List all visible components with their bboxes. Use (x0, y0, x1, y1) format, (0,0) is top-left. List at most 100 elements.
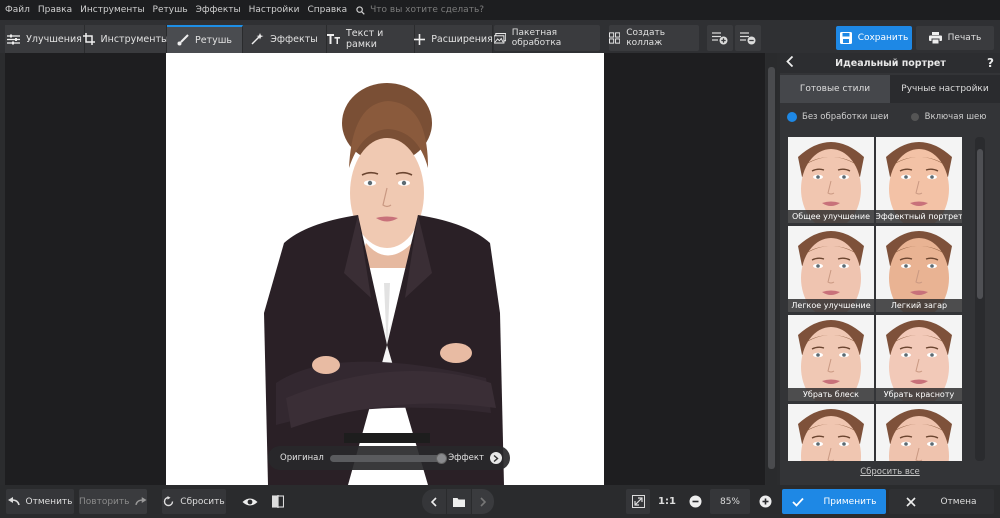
chevron-left-icon (431, 496, 437, 507)
actual-size-button[interactable]: 1:1 (654, 489, 680, 514)
history-add-button[interactable] (707, 25, 733, 51)
tab-label: Улучшения (26, 33, 82, 45)
batch-processing-label: Пакетная обработка (511, 28, 562, 48)
preset-thumbnail[interactable]: Легкий загар (876, 226, 962, 312)
preset-label: Убрать красноту (876, 388, 962, 401)
tab-label: Инструменты (100, 33, 169, 45)
tab-text-frames[interactable]: Текст и рамки (327, 25, 415, 53)
zoom-in-button[interactable] (754, 489, 776, 514)
effect-label: Эффект (448, 453, 484, 463)
history-remove-button[interactable] (735, 25, 761, 51)
preset-thumbnail[interactable]: Легкое улучшение (788, 226, 874, 312)
zoom-in-icon (759, 495, 771, 508)
undo-button[interactable]: Отменить (6, 489, 74, 514)
preset-face-image (876, 404, 962, 461)
batch-processing-button[interactable]: Пакетная обработка (494, 25, 600, 51)
compare-knob[interactable] (436, 452, 448, 464)
preset-thumbnail[interactable]: Убрать красноту (876, 315, 962, 401)
tab-tools[interactable]: Инструменты (82, 25, 169, 53)
redo-label: Повторить (79, 496, 130, 507)
preset-scrollbar[interactable] (975, 137, 985, 461)
cancel-button[interactable]: Отмена (889, 489, 994, 514)
tab-label: Эффекты (270, 33, 318, 45)
original-label: Оригинал (280, 453, 324, 463)
tool-tabs: Улучшения Инструменты Ретушь Эффекты Тек… (5, 25, 493, 53)
menu-item-settings[interactable]: Настройки (244, 5, 303, 15)
search-placeholder: Что вы хотите сделать? (370, 5, 485, 15)
tab-label: Текст и рамки (346, 28, 384, 50)
undo-icon (7, 497, 20, 506)
menu-item-help[interactable]: Справка (302, 5, 350, 15)
radio-dot (910, 113, 919, 121)
preset-thumbnail[interactable]: Эффектный портрет (876, 137, 962, 223)
open-folder-button[interactable] (447, 489, 471, 514)
canvas-scrollbar[interactable] (766, 53, 777, 485)
preset-face-image (788, 404, 874, 461)
preset-thumbnail[interactable]: Убрать блеск (788, 315, 874, 401)
menu-item-tools[interactable]: Инструменты (75, 5, 147, 15)
preset-thumbnail[interactable] (788, 404, 874, 461)
redo-icon (135, 497, 147, 506)
chevron-right-icon (480, 496, 486, 507)
arrow-right-icon[interactable] (490, 452, 502, 464)
panel-header: Идеальный портрет ? (780, 53, 1000, 73)
preset-label: Общее улучшение (788, 210, 874, 223)
edited-photo (166, 53, 604, 485)
list-add-icon (712, 32, 728, 45)
save-label: Сохранить (857, 33, 909, 43)
search-field[interactable]: Что вы хотите сделать? (356, 5, 484, 15)
tab-label: Ретушь (194, 34, 233, 46)
app-window: Файл Правка Инструменты Ретушь Эффекты Н… (0, 0, 1000, 518)
prev-image-button[interactable] (422, 489, 446, 514)
radio-no-neck[interactable]: Без обработки шеи (788, 112, 889, 122)
next-image-button[interactable] (472, 489, 494, 514)
preset-thumbnail[interactable]: Общее улучшение (788, 137, 874, 223)
back-arrow-icon[interactable] (786, 55, 794, 70)
fit-screen-button[interactable] (626, 489, 650, 514)
help-icon[interactable]: ? (987, 56, 994, 70)
menu-item-effects[interactable]: Эффекты (191, 5, 244, 15)
reset-button[interactable]: Сбросить (162, 489, 226, 514)
menu-item-retouch[interactable]: Ретушь (148, 5, 191, 15)
tab-manual-settings[interactable]: Ручные настройки (890, 75, 1000, 103)
undo-label: Отменить (25, 496, 73, 507)
eye-button[interactable] (237, 489, 263, 514)
menu-item-edit[interactable]: Правка (33, 5, 75, 15)
create-collage-label: Создать коллаж (626, 28, 666, 48)
reset-all-link[interactable]: Сбросить все (780, 467, 1000, 477)
compare-track[interactable] (329, 452, 448, 464)
photo-canvas[interactable] (5, 53, 765, 485)
save-button[interactable]: Сохранить (836, 26, 912, 50)
crop-icon (82, 33, 95, 45)
reset-label: Сбросить (180, 496, 225, 507)
radio-include-neck[interactable]: Включая шею (910, 112, 986, 122)
apply-button[interactable]: Применить (782, 489, 886, 514)
menu-item-file[interactable]: Файл (0, 5, 33, 15)
preset-grid: Общее улучшение Эффектный портрет Легкое у… (788, 137, 964, 461)
compare-split-button[interactable] (266, 489, 290, 514)
radio-dot-checked (788, 113, 796, 121)
tab-effects[interactable]: Эффекты (243, 25, 327, 53)
folder-icon (453, 497, 465, 507)
print-button[interactable]: Печать (916, 26, 994, 50)
text-icon (327, 34, 340, 44)
tab-retouch[interactable]: Ретушь (167, 25, 243, 53)
zoom-level[interactable]: 85% (710, 489, 750, 514)
magic-wand-icon (251, 33, 264, 45)
preset-label: Легкое улучшение (788, 299, 874, 312)
redo-button[interactable]: Повторить (79, 489, 147, 514)
create-collage-button[interactable]: Создать коллаж (609, 25, 699, 51)
menu-bar: Файл Правка Инструменты Ретушь Эффекты Н… (0, 0, 1000, 20)
plus-icon (414, 33, 426, 45)
search-icon (356, 5, 365, 15)
zoom-out-button[interactable] (684, 489, 706, 514)
tab-enhancements[interactable]: Улучшения (5, 25, 85, 53)
tab-ready-styles[interactable]: Готовые стили (780, 75, 890, 103)
scroll-thumb[interactable] (768, 67, 775, 469)
split-view-icon (272, 495, 284, 508)
tab-extensions[interactable]: Расширения (414, 25, 493, 53)
preset-thumbnail[interactable] (876, 404, 962, 461)
neck-options: Без обработки шеи Включая шею (780, 103, 1000, 131)
scroll-thumb[interactable] (977, 149, 983, 299)
checkmark-icon (791, 497, 804, 507)
